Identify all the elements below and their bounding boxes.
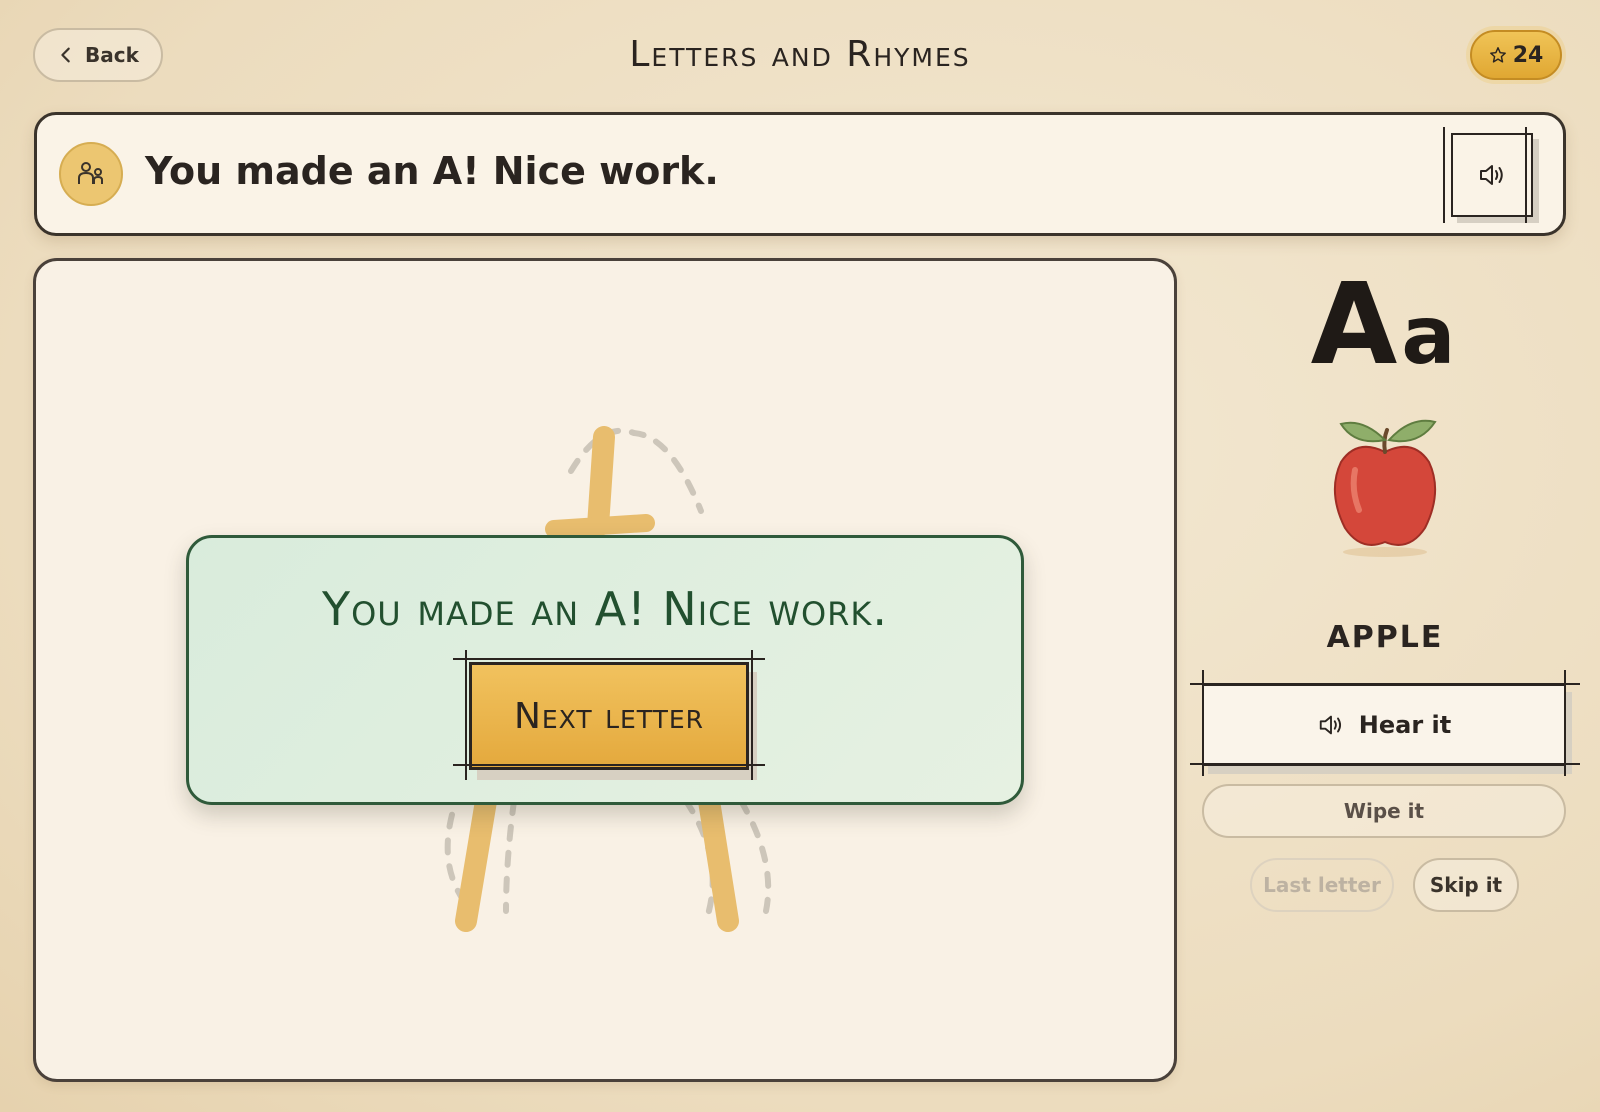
stars-badge: 24 [1470,30,1562,80]
helper-avatar [59,142,123,206]
people-icon [78,162,103,184]
picture-word: APPLE [1326,620,1444,655]
speaker-icon [1319,715,1341,735]
speaker-icon [1480,165,1503,185]
next-letter-button[interactable]: Next letter [469,662,749,770]
prompt-bar: You made an A! Nice work. [34,112,1566,236]
uppercase-letter: A [1310,260,1402,390]
letter-tracing-screen: Back Letters and Rhymes 24 You made an A… [0,0,1600,1112]
wipe-it-button[interactable]: Wipe it [1202,784,1566,838]
corner-tick [465,650,467,780]
corner-tick [1443,127,1445,223]
page-title: Letters and Rhymes [629,34,971,75]
tracing-canvas[interactable]: You made an A! Nice work. Next letter [33,258,1177,1082]
corner-tick [453,658,765,660]
letter-display: Aa [1190,260,1580,390]
success-message-card: You made an A! Nice work. Next letter [186,535,1024,805]
corner-tick [1525,127,1527,223]
last-letter-button[interactable]: Last letter [1250,858,1394,912]
prompt-sound-button[interactable] [1451,133,1533,217]
corner-tick [1202,670,1204,776]
corner-tick [1564,670,1566,776]
success-message: You made an A! Nice work. [322,582,888,636]
lowercase-letter: a [1401,289,1460,382]
corner-tick [1190,763,1580,765]
stars-count: 24 [1512,42,1544,68]
corner-tick [453,764,765,766]
corner-tick [1190,683,1580,685]
hear-it-button[interactable]: Hear it [1202,684,1566,766]
corner-tick [751,650,753,780]
hear-it-label: Hear it [1358,711,1452,739]
prompt-text: You made an A! Nice work. [145,149,719,193]
skip-it-button[interactable]: Skip it [1413,858,1519,912]
apple-picture [1333,419,1437,557]
star-icon [1489,47,1506,63]
